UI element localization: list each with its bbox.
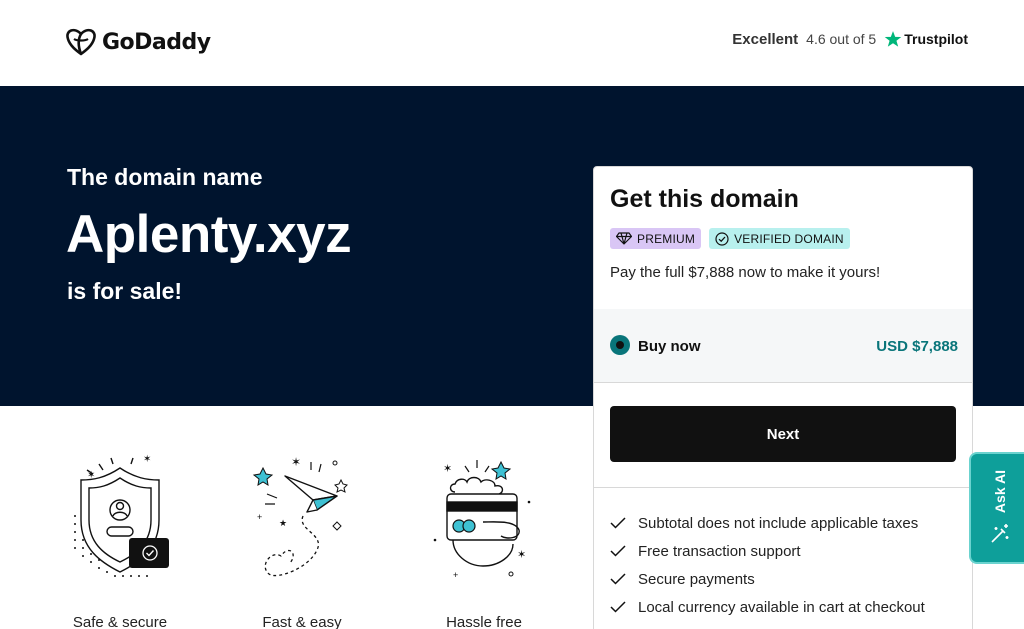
trustpilot-star-icon (884, 31, 902, 47)
card-title: Get this domain (610, 185, 799, 213)
shield-icon: ✶ ✶ (74, 454, 169, 577)
card-hand-icon: ✶ ✶ + (433, 460, 531, 580)
next-button[interactable]: Next (610, 406, 956, 462)
svg-text:✶: ✶ (291, 455, 301, 469)
hero-posttitle: is for sale! (67, 278, 183, 304)
feature-item: Free transaction support (610, 537, 925, 565)
premium-badge: PREMIUM (610, 228, 702, 249)
site-header: GoDaddy Excellent 4.6 out of 5 Trustpilo… (0, 0, 1024, 86)
feature-text: Local currency available in cart at chec… (638, 598, 925, 616)
benefit-hassle-free: ✶ ✶ + Hassle free (419, 450, 549, 629)
benefit-label: Hassle free (446, 614, 522, 629)
check-icon (610, 545, 626, 557)
check-icon (610, 601, 626, 613)
premium-badge-label: PREMIUM (637, 231, 696, 246)
trustpilot-name: Trustpilot (904, 31, 968, 47)
feature-text: Free transaction support (638, 542, 801, 560)
verified-badge-label: VERIFIED DOMAIN (734, 231, 844, 246)
feature-item: Secure payments (610, 565, 925, 593)
benefit-label: Fast & easy (262, 614, 342, 629)
check-icon (610, 517, 626, 529)
check-icon (610, 573, 626, 585)
trustpilot-brand: Trustpilot (884, 30, 968, 48)
buy-now-option[interactable]: Buy now USD $7,888 (594, 309, 972, 382)
card-description: Pay the full $7,888 now to make it yours… (610, 264, 881, 281)
svg-text:✶: ✶ (143, 454, 151, 465)
godaddy-logo-icon (66, 28, 96, 56)
ask-ai-button[interactable]: Ask AI (969, 452, 1024, 564)
svg-text:+: + (257, 512, 262, 522)
card-divider (594, 382, 972, 383)
svg-text:✶: ✶ (87, 470, 95, 481)
svg-text:✶: ✶ (443, 463, 452, 475)
godaddy-logo[interactable]: GoDaddy (66, 28, 211, 56)
diamond-icon (616, 232, 632, 245)
benefit-fast-easy: ✶ ★ + Fast & easy (237, 450, 367, 629)
feature-item: Subtotal does not include applicable tax… (610, 509, 925, 537)
benefit-label: Safe & secure (72, 614, 168, 629)
svg-text:✶: ✶ (517, 549, 526, 561)
purchase-card: Get this domain PREMIUM VERIFIED DOMAIN … (593, 166, 973, 629)
buy-now-radio[interactable] (610, 335, 630, 355)
rating-label: Excellent (732, 30, 799, 48)
badge-row: PREMIUM VERIFIED DOMAIN (610, 228, 850, 249)
buy-now-price: USD $7,888 (876, 338, 958, 355)
magic-wand-icon (991, 523, 1009, 543)
feature-text: Secure payments (638, 570, 755, 588)
svg-text:+: + (453, 570, 458, 580)
rating-score: 4.6 out of 5 (806, 31, 877, 47)
buy-now-label: Buy now (638, 338, 701, 355)
ask-ai-label: Ask AI (992, 470, 1008, 514)
feature-text: Subtotal does not include applicable tax… (638, 514, 919, 532)
check-circle-icon (715, 231, 729, 246)
paper-plane-icon: ✶ ★ + (252, 455, 348, 577)
verified-badge: VERIFIED DOMAIN (709, 228, 850, 249)
brand-name: GoDaddy (102, 29, 211, 55)
card-divider (594, 487, 972, 488)
domain-name: Aplenty.xyz (66, 205, 352, 264)
svg-text:★: ★ (279, 518, 287, 528)
feature-list: Subtotal does not include applicable tax… (610, 509, 925, 621)
hero-pretitle: The domain name (67, 164, 263, 190)
trustpilot-rating[interactable]: Excellent 4.6 out of 5 Trustpilot (732, 30, 968, 48)
radio-selected-dot (616, 341, 624, 349)
feature-item: Local currency available in cart at chec… (610, 593, 925, 621)
benefit-safe-secure: ✶ ✶ Safe & secure (55, 450, 185, 629)
